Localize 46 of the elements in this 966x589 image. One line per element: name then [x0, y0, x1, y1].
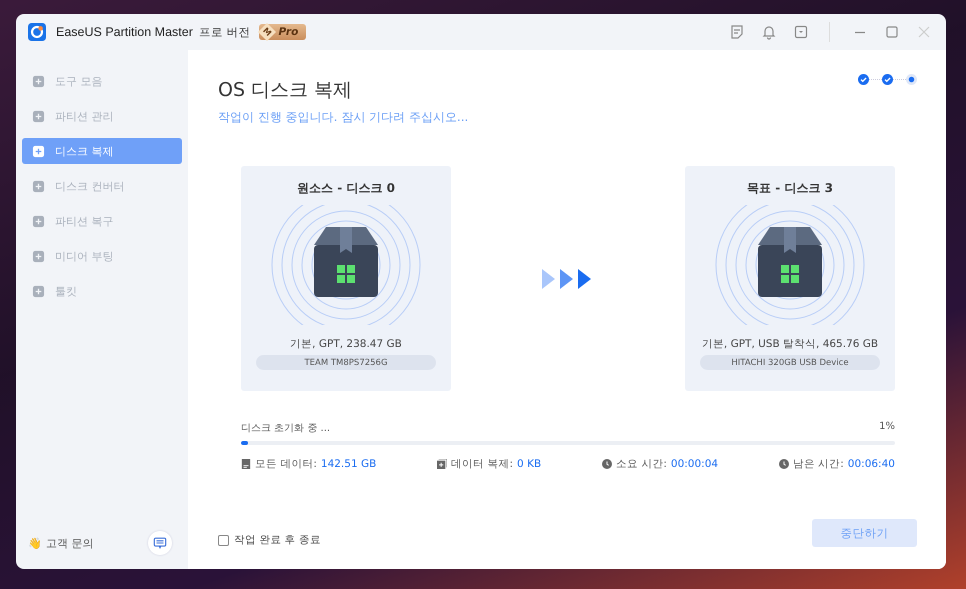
- clock-icon: [602, 459, 612, 469]
- menu-item-icon: [32, 214, 45, 228]
- menu-item-icon: [32, 110, 45, 122]
- checkbox-label: 작업 완료 후 종료: [234, 533, 322, 547]
- disk-info: 기본, GPT, 238.47 GB: [290, 337, 402, 351]
- menu-item-icon: [32, 180, 45, 192]
- app-logo-icon: [28, 23, 46, 41]
- stat-value: 00:06:40: [848, 458, 895, 470]
- badge-letter: M: [257, 22, 276, 42]
- menu-item-icon: [32, 284, 45, 298]
- maximize-icon[interactable]: [884, 24, 900, 40]
- stat-label: 데이터 복제:: [451, 457, 514, 471]
- bell-icon[interactable]: [761, 24, 777, 40]
- stat-label: 소요 시간:: [616, 457, 667, 471]
- progress-status: 디스크 초기화 중 ...: [241, 422, 330, 435]
- stat-value: 0 KB: [517, 458, 542, 470]
- stat-label: 모든 데이터:: [255, 457, 317, 471]
- stat-value: 142.51 GB: [320, 458, 376, 470]
- clock-icon: [778, 459, 789, 469]
- copy-icon: [437, 459, 448, 469]
- disk-model-label: TEAM TM8PS7256G: [256, 355, 436, 370]
- dropdown-icon[interactable]: [793, 24, 809, 40]
- shutdown-checkbox[interactable]: 작업 완료 후 종료: [218, 533, 322, 547]
- menu-item-icon: [32, 144, 45, 158]
- notes-icon[interactable]: [729, 24, 745, 40]
- stat-label: 남은 시간:: [792, 457, 844, 471]
- checkbox[interactable]: [218, 534, 229, 546]
- stat-value: 00:00:04: [670, 458, 718, 470]
- disk-heading: 원소스 - 디스크 0: [297, 180, 395, 197]
- chat-icon: [153, 536, 167, 550]
- document-icon: [241, 459, 251, 469]
- menu-item-icon: [32, 74, 45, 88]
- waving-hand-icon: 👋: [28, 538, 42, 548]
- edition-label: 프로 버전: [198, 24, 251, 40]
- app-title: EaseUS Partition Master: [56, 25, 193, 39]
- page-title: OS 디스크 복제: [218, 78, 352, 103]
- menu-item-icon: [32, 250, 45, 262]
- sidebar-item[interactable]: 디스크 복제: [22, 138, 182, 164]
- support-link[interactable]: 고객 문의: [46, 536, 94, 550]
- disk-heading: 목표 - 디스크 3: [747, 180, 833, 197]
- status-message: 작업이 진행 중입니다. 잠시 기다려 주십시오...: [218, 109, 470, 126]
- progress-percent: 1%: [879, 421, 895, 434]
- disk-info: 기본, GPT, USB 탈착식, 465.76 GB: [702, 337, 878, 351]
- chat-button[interactable]: [148, 531, 172, 555]
- badge-text: Pro: [278, 26, 298, 38]
- disk-model-label: HITACHI 320GB USB Device: [700, 355, 880, 370]
